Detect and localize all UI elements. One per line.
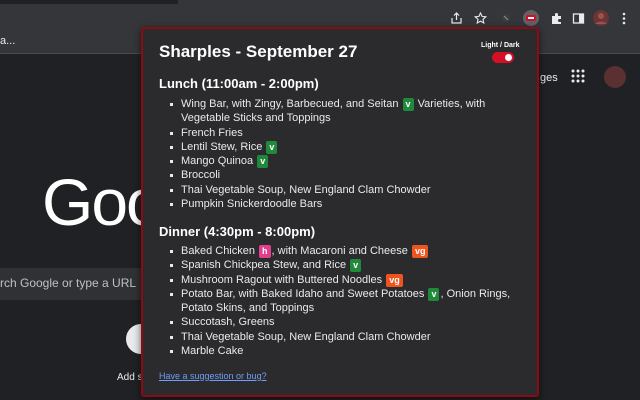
menu-item-text: Thai Vegetable Soup, New England Clam Ch… bbox=[181, 183, 431, 196]
menu-item-text: Mango Quinoa bbox=[181, 155, 257, 168]
menu-item: Wing Bar, with Zingy, Barbecued, and Sei… bbox=[159, 97, 529, 126]
diet-badge-v: v bbox=[266, 140, 278, 154]
menu-item: Broccoli bbox=[159, 168, 529, 182]
menu-item-text: Potato Bar, with Baked Idaho and Sweet P… bbox=[181, 287, 428, 300]
theme-toggle[interactable] bbox=[492, 52, 514, 63]
diet-badge-vg: vg bbox=[386, 273, 403, 287]
menu-item: Mushroom Ragout with Buttered Noodles vg bbox=[159, 273, 529, 287]
menu-item: Marble Cake bbox=[159, 344, 529, 358]
images-link[interactable]: ges bbox=[540, 72, 558, 84]
menu-item: Lentil Stew, Rice v bbox=[159, 140, 529, 154]
menu-item: Baked Chicken h, with Macaroni and Chees… bbox=[159, 244, 529, 258]
puzzle-icon[interactable] bbox=[546, 8, 566, 28]
menu-item-text: Baked Chicken bbox=[181, 245, 259, 257]
share-icon[interactable] bbox=[446, 8, 466, 28]
lunch-title: Lunch (11:00am - 2:00pm) bbox=[159, 76, 319, 91]
kebab-menu-icon[interactable] bbox=[614, 8, 634, 28]
menu-item-text: Pumpkin Snickerdoodle Bars bbox=[181, 198, 323, 211]
menu-item-text: Marble Cake bbox=[181, 345, 244, 358]
menu-item: Thai Vegetable Soup, New England Clam Ch… bbox=[159, 330, 529, 344]
menu-item-text: Spanish Chickpea Stew, and Rice bbox=[181, 259, 350, 272]
account-avatar[interactable] bbox=[604, 66, 626, 88]
bookmark-item[interactable]: a... bbox=[0, 35, 15, 47]
menu-item: Thai Vegetable Soup, New England Clam Ch… bbox=[159, 183, 529, 197]
popup-title: Sharples - September 27 bbox=[159, 42, 358, 61]
add-shortcut-label: Add s bbox=[117, 372, 143, 383]
menu-item-text: Lentil Stew, Rice bbox=[181, 140, 266, 153]
sidebar-icon[interactable] bbox=[568, 8, 588, 28]
menu-item: Succotash, Greens bbox=[159, 315, 529, 329]
diet-badge-v: v bbox=[350, 259, 362, 273]
diet-badge-h: h bbox=[259, 245, 271, 258]
lunch-list: Wing Bar, with Zingy, Barbecued, and Sei… bbox=[159, 97, 529, 211]
suggestion-link[interactable]: Have a suggestion or bug? bbox=[159, 371, 267, 381]
diet-badge-v: v bbox=[257, 155, 269, 169]
menu-item-text: Succotash, Greens bbox=[181, 316, 275, 329]
menu-item-text: Wing Bar, with Zingy, Barbecued, and Sei… bbox=[181, 98, 402, 110]
diet-badge-vg: vg bbox=[411, 245, 429, 258]
sharples-extension-icon[interactable] bbox=[521, 8, 541, 28]
menu-item-text: Broccoli bbox=[181, 169, 221, 182]
dinner-list: Baked Chicken h, with Macaroni and Chees… bbox=[159, 244, 529, 358]
menu-item: French Fries bbox=[159, 126, 529, 140]
theme-toggle-label: Light / Dark bbox=[481, 42, 520, 49]
menu-item-text: Mushroom Ragout with Buttered Noodles bbox=[181, 273, 386, 286]
apps-grid-icon[interactable] bbox=[571, 69, 587, 85]
diet-badge-v: v bbox=[402, 98, 414, 111]
menu-item: Spanish Chickpea Stew, and Rice v bbox=[159, 258, 529, 273]
extension-icon[interactable] bbox=[496, 8, 516, 28]
menu-item: Mango Quinoa v bbox=[159, 154, 529, 169]
diet-badge-v: v bbox=[428, 287, 440, 301]
star-icon[interactable] bbox=[470, 8, 490, 28]
toggle-knob bbox=[505, 54, 512, 61]
menu-item: Pumpkin Snickerdoodle Bars bbox=[159, 197, 529, 211]
dining-menu-popup: Sharples - September 27 Light / Dark Lun… bbox=[141, 27, 539, 397]
profile-avatar[interactable] bbox=[591, 8, 611, 28]
menu-item-text: French Fries bbox=[181, 126, 243, 139]
menu-item: Potato Bar, with Baked Idaho and Sweet P… bbox=[159, 287, 529, 316]
dinner-title: Dinner (4:30pm - 8:00pm) bbox=[159, 224, 316, 239]
search-placeholder: rch Google or type a URL bbox=[0, 276, 137, 290]
menu-item-text: Thai Vegetable Soup, New England Clam Ch… bbox=[181, 330, 431, 343]
menu-item-text: , with Macaroni and Cheese bbox=[271, 245, 411, 257]
